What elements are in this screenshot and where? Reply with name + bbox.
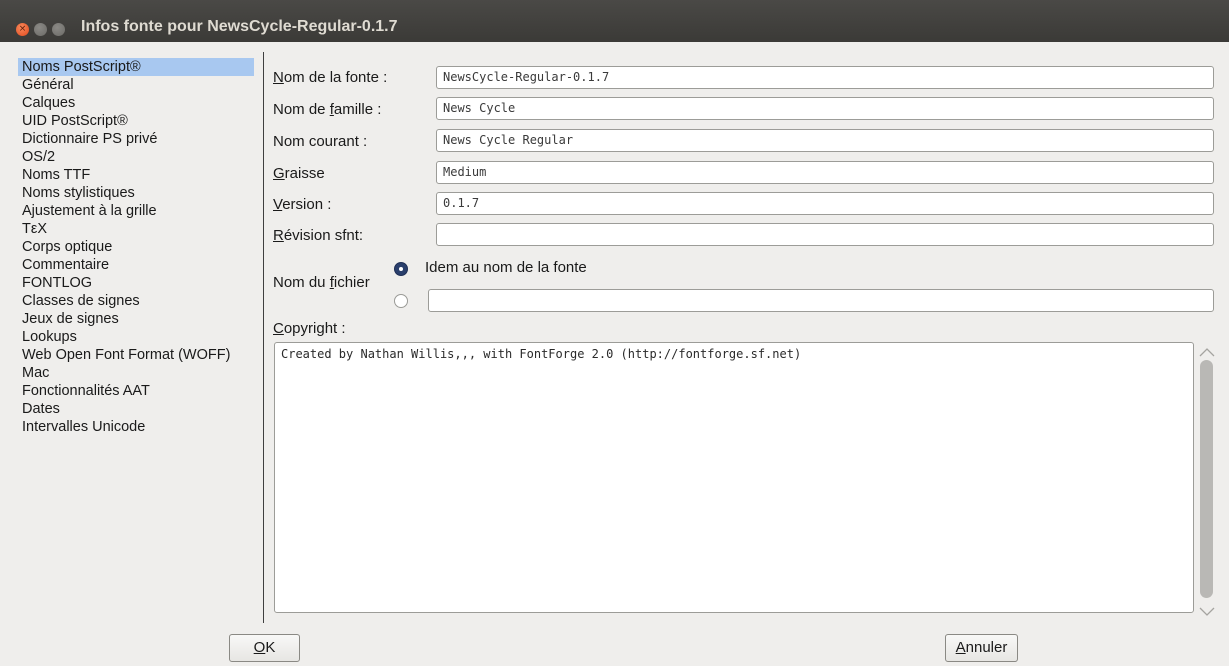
font-name-label-mnemonic: N <box>273 69 284 86</box>
window-title: Infos fonte pour NewsCycle-Regular-0.1.7 <box>81 18 398 35</box>
sidebar-item-dictionnaire-ps[interactable]: Dictionnaire PS privé <box>18 130 262 148</box>
full-name-label-text: Nom courant : <box>273 133 368 150</box>
copyright-label: Copyright : <box>273 320 346 337</box>
sidebar-item-commentaire[interactable]: Commentaire <box>18 256 262 274</box>
version-label: Version : <box>273 196 331 213</box>
sidebar-item-jeux-signes[interactable]: Jeux de signes <box>18 310 262 328</box>
category-list: Noms PostScript® Général Calques UID Pos… <box>18 58 262 436</box>
family-name-label-pre: Nom de <box>273 101 330 118</box>
sidebar-item-general[interactable]: Général <box>18 76 262 94</box>
cancel-button-mnemonic: A <box>955 639 966 656</box>
sidebar-item-classes-signes[interactable]: Classes de signes <box>18 292 262 310</box>
minimize-window-button[interactable] <box>34 23 47 36</box>
version-label-mnemonic: V <box>273 196 283 213</box>
ok-button-mnemonic: O <box>253 639 266 656</box>
sidebar-item-woff[interactable]: Web Open Font Format (WOFF) <box>18 346 262 364</box>
title-bar[interactable]: × Infos fonte pour NewsCycle-Regular-0.1… <box>0 0 1229 42</box>
font-name-field[interactable]: NewsCycle-Regular-0.1.7 <box>436 66 1214 89</box>
sidebar-item-lookups[interactable]: Lookups <box>18 328 262 346</box>
sidebar-item-mac[interactable]: Mac <box>18 364 262 382</box>
chevron-up-icon <box>1199 348 1215 357</box>
font-name-label: Nom de la fonte : <box>273 69 387 86</box>
family-name-label: Nom de famille : <box>273 101 381 118</box>
sidebar-item-fontlog[interactable]: FONTLOG <box>18 274 262 292</box>
scroll-up-arrow[interactable] <box>1199 342 1215 357</box>
sfnt-revision-label-mnemonic: R <box>273 227 284 244</box>
full-name-label: Nom courant : <box>273 133 367 150</box>
copyright-label-mnemonic: C <box>273 320 284 337</box>
scroll-down-arrow[interactable] <box>1199 602 1215 616</box>
sidebar-item-noms-ttf[interactable]: Noms TTF <box>18 166 262 184</box>
file-name-label-pre: Nom du <box>273 274 330 291</box>
sidebar-item-dates[interactable]: Dates <box>18 400 262 418</box>
maximize-window-button[interactable] <box>52 23 65 36</box>
weight-label-rest: raisse <box>284 165 325 182</box>
sfnt-revision-field[interactable] <box>436 223 1214 246</box>
sfnt-revision-label: Révision sfnt: <box>273 227 363 244</box>
sidebar-item-ajustement-grille[interactable]: Ajustement à la grille <box>18 202 262 220</box>
pane-divider[interactable] <box>263 52 264 623</box>
sidebar-item-uid-postscript[interactable]: UID PostScript® <box>18 112 262 130</box>
sidebar-item-aat[interactable]: Fonctionnalités AAT <box>18 382 262 400</box>
cancel-button-rest: nnuler <box>965 639 1008 656</box>
weight-label: Graisse <box>273 165 325 182</box>
file-name-label-rest: ichier <box>333 274 370 291</box>
family-name-field[interactable]: News Cycle <box>436 97 1214 120</box>
filename-custom-field[interactable] <box>428 289 1214 312</box>
sfnt-revision-label-rest: évision sfnt: <box>283 227 364 244</box>
weight-label-mnemonic: G <box>273 165 285 182</box>
copyright-label-rest: opyright : <box>283 320 346 337</box>
version-field[interactable]: 0.1.7 <box>436 192 1214 215</box>
sidebar-item-noms-postscript[interactable]: Noms PostScript® <box>18 58 254 76</box>
filename-same-as-fontname-radio[interactable] <box>394 262 408 276</box>
scrollbar-thumb[interactable] <box>1200 360 1213 598</box>
sidebar-item-os2[interactable]: OS/2 <box>18 148 262 166</box>
sidebar-item-corps-optique[interactable]: Corps optique <box>18 238 262 256</box>
font-name-label-rest: om de la fonte : <box>283 69 388 86</box>
sidebar-item-tex[interactable]: TεX <box>18 220 262 238</box>
ok-button-rest: K <box>265 639 276 656</box>
file-name-label: Nom du fichier <box>273 274 370 291</box>
close-window-button[interactable]: × <box>16 23 29 36</box>
chevron-down-icon <box>1199 607 1215 616</box>
sidebar-item-intervalles-unicode[interactable]: Intervalles Unicode <box>18 418 262 436</box>
font-info-dialog: × Infos fonte pour NewsCycle-Regular-0.1… <box>0 0 1229 666</box>
ok-button[interactable]: OK <box>229 634 300 662</box>
cancel-button[interactable]: Annuler <box>945 634 1018 662</box>
filename-custom-radio[interactable] <box>394 294 408 308</box>
filename-same-as-fontname-label[interactable]: Idem au nom de la fonte <box>425 259 587 276</box>
sidebar-item-calques[interactable]: Calques <box>18 94 262 112</box>
weight-field[interactable]: Medium <box>436 161 1214 184</box>
full-name-field[interactable]: News Cycle Regular <box>436 129 1214 152</box>
family-name-label-rest: amille : <box>333 101 382 118</box>
sidebar-item-noms-stylistiques[interactable]: Noms stylistiques <box>18 184 262 202</box>
close-icon: × <box>18 24 27 34</box>
version-label-rest: ersion : <box>282 196 332 213</box>
copyright-textarea[interactable]: Created by Nathan Willis,,, with FontFor… <box>274 342 1194 613</box>
